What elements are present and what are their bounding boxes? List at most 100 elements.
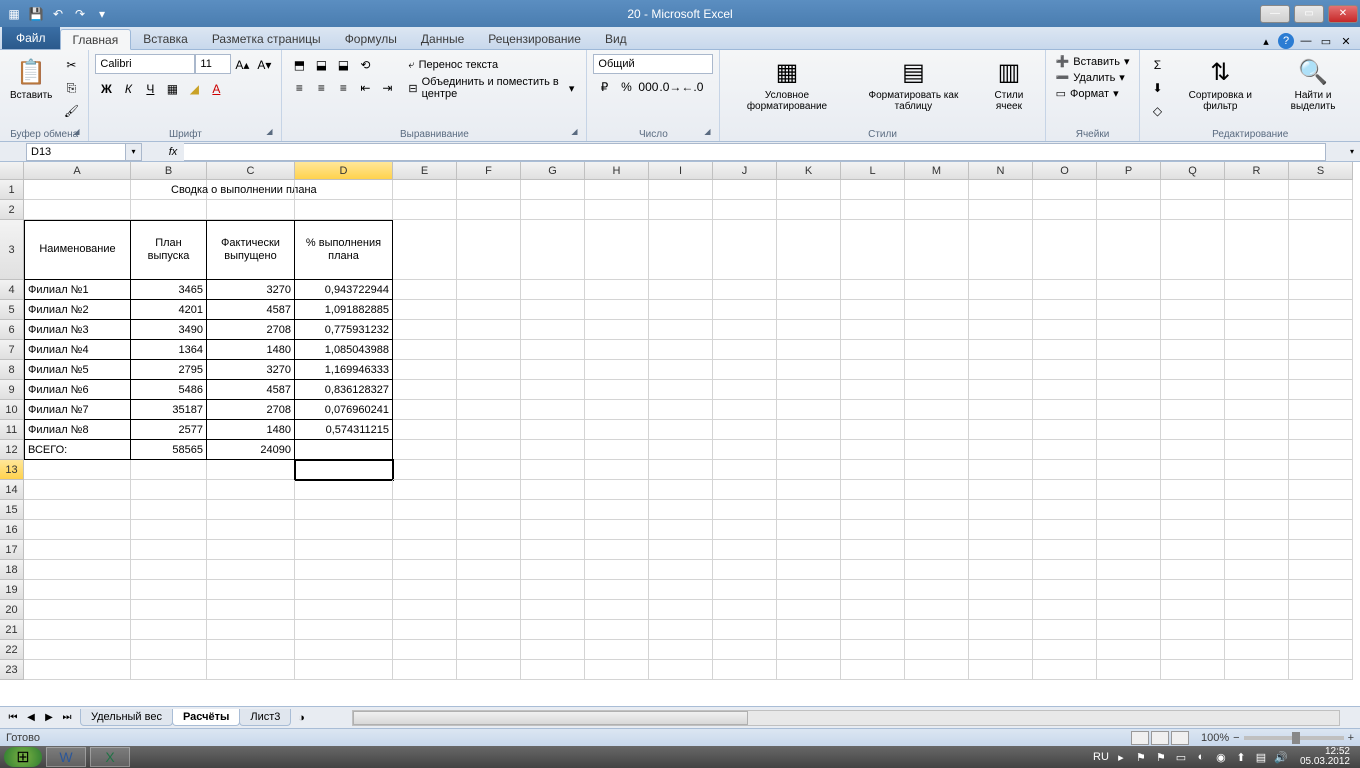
cell[interactable] [585,560,649,580]
cell[interactable] [1289,300,1353,320]
cell[interactable] [585,640,649,660]
row-header[interactable]: 11 [0,420,24,440]
cell[interactable] [969,660,1033,680]
cell[interactable] [713,400,777,420]
workbook-restore-icon[interactable]: ▭ [1318,33,1334,49]
cell[interactable] [1225,480,1289,500]
cell[interactable] [131,500,207,520]
cell[interactable] [777,540,841,560]
cell[interactable] [393,280,457,300]
cell[interactable]: 0,775931232 [295,320,393,340]
row-header[interactable]: 2 [0,200,24,220]
cell[interactable]: 3270 [207,280,295,300]
cell[interactable] [1097,220,1161,280]
tab-view[interactable]: Вид [593,28,639,49]
cell[interactable] [1289,480,1353,500]
cell[interactable] [131,620,207,640]
cell[interactable] [131,640,207,660]
fill-icon[interactable]: ⬇ [1146,77,1168,99]
cell[interactable] [393,340,457,360]
cell[interactable]: 1480 [207,420,295,440]
cell[interactable] [1289,500,1353,520]
cut-icon[interactable]: ✂ [60,54,82,76]
cell[interactable] [1161,540,1225,560]
cell[interactable] [521,500,585,520]
select-all-corner[interactable] [0,162,24,180]
dialog-launcher-icon[interactable]: ◢ [568,127,580,139]
cell[interactable] [905,660,969,680]
cell[interactable]: 2577 [131,420,207,440]
cell[interactable] [713,180,777,200]
cell[interactable] [585,460,649,480]
cell[interactable]: 4587 [207,380,295,400]
cell[interactable] [585,440,649,460]
cell[interactable] [295,500,393,520]
border-icon[interactable]: ▦ [161,78,183,100]
paste-button[interactable]: 📋 Вставить [6,54,56,103]
cell-styles-button[interactable]: ▥Стили ячеек [979,54,1038,114]
cell[interactable] [649,600,713,620]
tab-review[interactable]: Рецензирование [476,28,593,49]
cell[interactable] [1033,220,1097,280]
row-header[interactable]: 23 [0,660,24,680]
cell[interactable] [393,600,457,620]
cell[interactable] [969,280,1033,300]
cell[interactable] [1289,280,1353,300]
increase-decimal-icon[interactable]: .0→ [659,76,681,98]
cell[interactable] [24,180,131,200]
column-header[interactable]: K [777,162,841,180]
cell[interactable] [585,220,649,280]
cell[interactable] [777,640,841,660]
cell[interactable] [713,480,777,500]
cell[interactable] [969,560,1033,580]
cell[interactable] [905,320,969,340]
cell[interactable] [295,480,393,500]
cell[interactable] [969,300,1033,320]
selected-cell[interactable] [295,460,393,480]
cell[interactable] [1225,620,1289,640]
cell[interactable] [905,420,969,440]
cell[interactable]: 1,085043988 [295,340,393,360]
tray-icon[interactable]: ◉ [1214,750,1228,764]
sheet-nav-first-icon[interactable]: ⏮ [4,709,22,727]
cell[interactable] [521,560,585,580]
cell[interactable] [713,200,777,220]
cell[interactable] [649,560,713,580]
cell[interactable] [1289,320,1353,340]
cell[interactable] [777,380,841,400]
cell[interactable] [649,620,713,640]
cell[interactable] [713,440,777,460]
cell[interactable] [649,180,713,200]
save-icon[interactable]: 💾 [26,4,46,24]
cell[interactable] [777,360,841,380]
tab-home[interactable]: Главная [60,29,132,50]
name-box-dropdown[interactable]: ▾ [126,143,142,161]
cell[interactable] [585,360,649,380]
cell[interactable] [649,440,713,460]
cell[interactable] [1161,640,1225,660]
cell[interactable] [207,500,295,520]
cell[interactable] [905,280,969,300]
cell[interactable] [457,460,521,480]
workbook-minimize-icon[interactable]: — [1298,33,1314,49]
cell[interactable] [457,340,521,360]
cell[interactable] [1033,480,1097,500]
cell[interactable] [1161,200,1225,220]
cell[interactable] [1033,380,1097,400]
cell[interactable]: Филиал №3 [24,320,131,340]
cell[interactable] [1225,420,1289,440]
language-indicator[interactable]: RU [1094,750,1108,764]
format-table-button[interactable]: ▤Форматировать как таблицу [852,54,976,114]
cell[interactable] [1161,620,1225,640]
cell[interactable] [1097,600,1161,620]
cell[interactable] [521,380,585,400]
cell[interactable] [649,660,713,680]
cell[interactable] [24,500,131,520]
cell[interactable] [457,580,521,600]
tab-data[interactable]: Данные [409,28,476,49]
cell[interactable] [777,280,841,300]
cell[interactable] [777,340,841,360]
cell[interactable] [393,180,457,200]
cell[interactable] [713,600,777,620]
column-header[interactable]: C [207,162,295,180]
